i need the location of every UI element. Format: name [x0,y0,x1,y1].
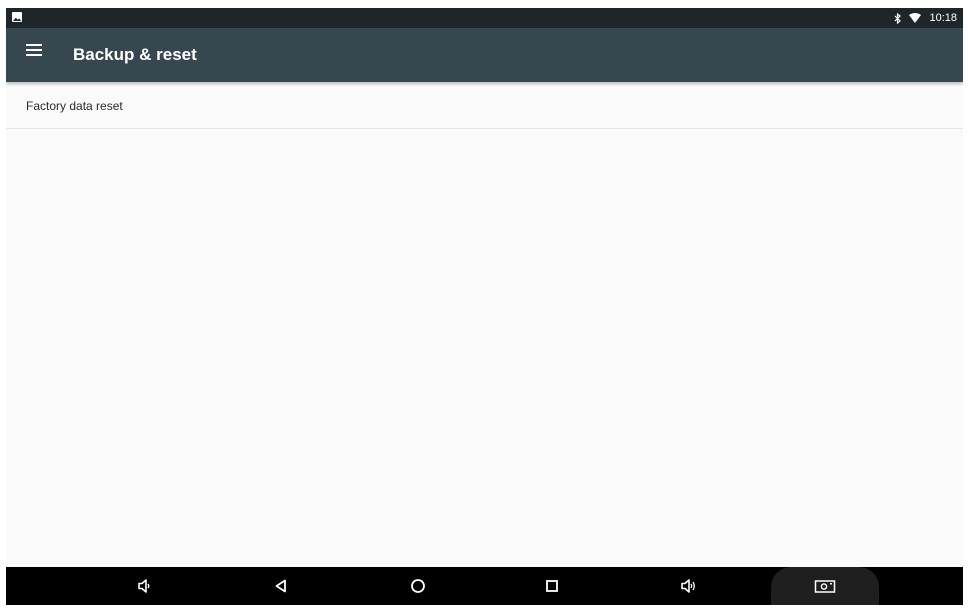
status-bar: 10:18 [6,8,963,28]
wifi-icon [909,13,922,23]
status-time: 10:18 [929,12,957,24]
page-title: Backup & reset [73,45,197,64]
app-bar: Backup & reset [6,28,963,82]
list-item-factory-data-reset[interactable]: Factory data reset [6,82,963,129]
volume-down-icon[interactable] [124,567,164,605]
notification-image-icon [12,12,22,22]
home-icon[interactable] [398,567,438,605]
navigation-bar [6,567,963,605]
volume-up-icon[interactable] [669,567,709,605]
screenshot-icon[interactable] [805,567,845,605]
hamburger-menu-icon[interactable] [26,44,42,58]
status-right-group: 10:18 [894,8,957,28]
recents-icon[interactable] [532,567,572,605]
settings-content: Factory data reset [6,82,963,567]
list-item-title: Factory data reset [26,99,123,113]
back-icon[interactable] [261,567,301,605]
screen: 10:18 Backup & reset Factory data reset [6,8,963,605]
bluetooth-icon [894,12,902,24]
